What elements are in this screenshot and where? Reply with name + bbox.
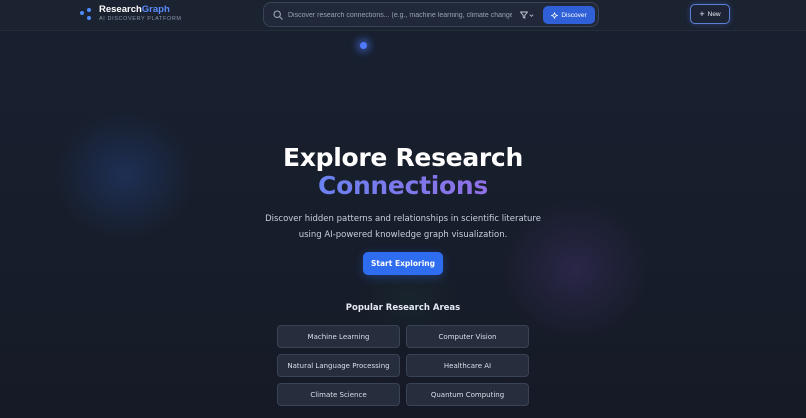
hero-description: Discover hidden patterns and relationshi…: [265, 214, 541, 240]
popular-areas-grid: Machine Learning Computer Vision Natural…: [277, 325, 529, 406]
brand-subtitle: AI DISCOVERY PLATFORM: [99, 16, 182, 22]
search-input[interactable]: [288, 7, 512, 23]
discover-button-label: Discover: [561, 11, 587, 19]
hero-title-line2: Connections: [318, 171, 488, 200]
graph-dots-icon: [78, 6, 96, 22]
brand-name-accent: Graph: [141, 4, 170, 15]
brand-name-main: Research: [99, 4, 142, 15]
area-chip-climate-science[interactable]: Climate Science: [277, 383, 400, 406]
sparkle-icon: [551, 11, 559, 19]
filter-icon: [520, 11, 528, 19]
filter-button[interactable]: [516, 7, 538, 23]
search-bar: Discover: [263, 2, 599, 27]
area-chip-nlp[interactable]: Natural Language Processing: [277, 354, 400, 377]
area-chip-healthcare-ai[interactable]: Healthcare AI: [406, 354, 529, 377]
popular-areas-heading: Popular Research Areas: [345, 303, 461, 313]
area-chip-computer-vision[interactable]: Computer Vision: [406, 325, 529, 348]
start-exploring-button[interactable]: Start Exploring: [363, 252, 443, 275]
chevron-down-icon: [529, 13, 534, 17]
new-button-label: New: [707, 10, 721, 18]
brand[interactable]: ResearchGraph AI DISCOVERY PLATFORM: [99, 4, 182, 24]
area-chip-machine-learning[interactable]: Machine Learning: [277, 325, 400, 348]
glow-dot: [360, 42, 367, 49]
plus-icon: +: [699, 8, 705, 19]
hero-title-line1: Explore Research: [283, 143, 523, 172]
search-icon: [273, 10, 283, 20]
brand-name: ResearchGraph: [99, 4, 182, 15]
top-bar: ResearchGraph AI DISCOVERY PLATFORM Disc…: [0, 0, 806, 31]
new-button[interactable]: + New: [690, 4, 730, 24]
discover-button[interactable]: Discover: [543, 6, 595, 24]
area-chip-quantum-computing[interactable]: Quantum Computing: [406, 383, 529, 406]
